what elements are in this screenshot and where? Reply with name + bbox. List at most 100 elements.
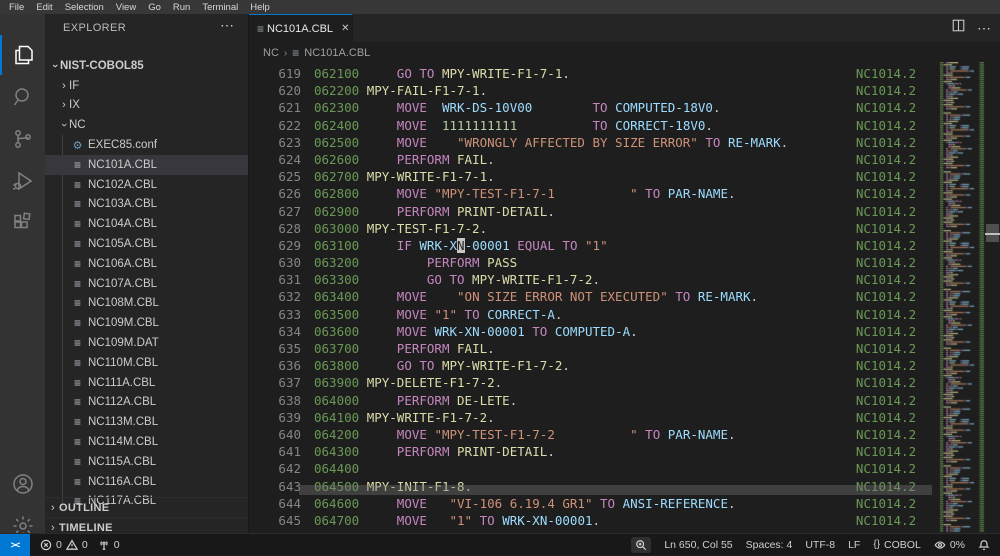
code-line-629[interactable]: 629063100 IF WRK-XN-00001 EQUAL TO "1" N…	[249, 237, 939, 254]
problems-status[interactable]: 0 0	[40, 539, 88, 551]
tree-item-nc116a-cbl[interactable]: ≡NC116A.CBL	[45, 472, 248, 492]
tree-item-nc108m-cbl[interactable]: ≡NC108M.CBL	[45, 294, 248, 314]
eol-indicator[interactable]: LF	[848, 539, 860, 551]
code-line-627[interactable]: 627062900 PERFORM PRINT-DETAIL. NC1014.2	[249, 203, 939, 220]
menu-item-file[interactable]: File	[3, 2, 30, 13]
file-icon: ≡	[71, 435, 84, 449]
code-line-639[interactable]: 639064100 MPY-WRITE-F1-7-2. NC1014.2	[249, 409, 939, 426]
remote-indicator[interactable]: ><	[0, 534, 30, 556]
menu-item-run[interactable]: Run	[167, 2, 196, 13]
menu-item-selection[interactable]: Selection	[59, 2, 110, 13]
horizontal-scrollbar[interactable]	[299, 485, 932, 495]
code-line-625[interactable]: 625062700 MPY-WRITE-F1-7-1. NC1014.2	[249, 168, 939, 185]
tree-item-nist-cobol85[interactable]: ›NIST-COBOL85	[45, 56, 248, 76]
language-indicator[interactable]: {} COBOL	[873, 539, 920, 551]
run-debug-icon[interactable]	[0, 161, 45, 201]
code-text: 062200 MPY-FAIL-F1-7-1. NC1014.2	[314, 82, 916, 99]
code-line-644[interactable]: 644064600 MOVE "VI-106 6.19.4 GR1" TO AN…	[249, 495, 939, 512]
tree-item-nc110m-cbl[interactable]: ≡NC110M.CBL	[45, 353, 248, 373]
menu-item-go[interactable]: Go	[142, 2, 167, 13]
tree-item-nc102a-cbl[interactable]: ≡NC102A.CBL	[45, 175, 248, 195]
more-actions-icon[interactable]: ⋯	[220, 17, 234, 34]
tree-item-nc111a-cbl[interactable]: ≡NC111A.CBL	[45, 373, 248, 393]
tree-item-nc101a-cbl[interactable]: ≡NC101A.CBL	[45, 155, 248, 175]
code-line-624[interactable]: 624062600 PERFORM FAIL. NC1014.2	[249, 151, 939, 168]
vertical-scrollbar[interactable]	[985, 62, 1000, 533]
code-area[interactable]: 619062100 GO TO MPY-WRITE-F1-7-1. NC1014…	[249, 65, 939, 547]
editor-group: ≡ NC101A.CBL ✕ ⋯ NC › ≡ NC101A.CBL 61906…	[248, 14, 1000, 533]
code-line-631[interactable]: 631063300 GO TO MPY-WRITE-F1-7-2. NC1014…	[249, 271, 939, 288]
menu-item-terminal[interactable]: Terminal	[196, 2, 244, 13]
code-line-642[interactable]: 642064400 NC1014.2	[249, 460, 939, 477]
breadcrumb-folder[interactable]: NC	[263, 47, 279, 59]
explorer-icon[interactable]	[0, 35, 45, 75]
code-line-620[interactable]: 620062200 MPY-FAIL-F1-7-1. NC1014.2	[249, 82, 939, 99]
ports-status[interactable]: 0	[98, 539, 120, 551]
more-actions-icon[interactable]: ⋯	[977, 23, 991, 33]
code-line-622[interactable]: 622062400 MOVE 1111111111 TO CORRECT-18V…	[249, 117, 939, 134]
code-line-623[interactable]: 623062500 MOVE "WRONGLY AFFECTED BY SIZE…	[249, 134, 939, 151]
breadcrumb: NC › ≡ NC101A.CBL	[263, 42, 370, 64]
zoom-icon[interactable]	[631, 537, 651, 553]
file-icon: ≡	[71, 178, 84, 192]
code-line-630[interactable]: 630063200 PERFORM PASS NC1014.2	[249, 254, 939, 271]
file-icon: ≡	[71, 217, 84, 231]
tab-nc101a[interactable]: ≡ NC101A.CBL ✕	[249, 14, 353, 42]
line-col-indicator[interactable]: Ln 650, Col 55	[664, 539, 732, 551]
code-line-632[interactable]: 632063400 MOVE "ON SIZE ERROR NOT EXECUT…	[249, 288, 939, 305]
code-line-621[interactable]: 621062300 MOVE WRK-DS-10V00 TO COMPUTED-…	[249, 99, 939, 116]
code-line-638[interactable]: 638064000 PERFORM DE-LETE. NC1014.2	[249, 392, 939, 409]
tree-item-ix[interactable]: ›IX	[45, 96, 248, 116]
tree-item-if[interactable]: ›IF	[45, 76, 248, 96]
code-line-634[interactable]: 634063600 MOVE WRK-XN-00001 TO COMPUTED-…	[249, 323, 939, 340]
chevron-down-icon: ›	[58, 120, 70, 130]
tree-item-nc114m-cbl[interactable]: ≡NC114M.CBL	[45, 432, 248, 452]
tree-item-nc109m-cbl[interactable]: ≡NC109M.CBL	[45, 313, 248, 333]
line-number: 634	[249, 323, 301, 340]
code-text: 062300 MOVE WRK-DS-10V00 TO COMPUTED-18V…	[314, 99, 916, 116]
breadcrumb-file[interactable]: NC101A.CBL	[304, 47, 370, 59]
tree-item-nc107a-cbl[interactable]: ≡NC107A.CBL	[45, 274, 248, 294]
sequence-ref: NC1014.2	[856, 204, 916, 219]
code-line-641[interactable]: 641064300 PERFORM PRINT-DETAIL. NC1014.2	[249, 443, 939, 460]
code-line-645[interactable]: 645064700 MOVE "1" TO WRK-XN-00001. NC10…	[249, 512, 939, 529]
split-editor-icon[interactable]	[952, 19, 965, 37]
menu-item-edit[interactable]: Edit	[30, 2, 58, 13]
menu-bar: FileEditSelectionViewGoRunTerminalHelp	[0, 0, 1000, 14]
code-line-628[interactable]: 628063000 MPY-TEST-F1-7-2. NC1014.2	[249, 220, 939, 237]
code-line-626[interactable]: 626062800 MOVE "MPY-TEST-F1-7-1 " TO PAR…	[249, 185, 939, 202]
tree-item-nc106a-cbl[interactable]: ≡NC106A.CBL	[45, 254, 248, 274]
code-line-637[interactable]: 637063900 MPY-DELETE-F1-7-2. NC1014.2	[249, 374, 939, 391]
tree-item-nc112a-cbl[interactable]: ≡NC112A.CBL	[45, 393, 248, 413]
source-control-icon[interactable]	[0, 119, 45, 159]
code-line-635[interactable]: 635063700 PERFORM FAIL. NC1014.2	[249, 340, 939, 357]
minimap[interactable]	[939, 62, 985, 533]
encoding-indicator[interactable]: UTF-8	[805, 539, 835, 551]
tree-item-nc115a-cbl[interactable]: ≡NC115A.CBL	[45, 452, 248, 472]
menu-item-view[interactable]: View	[110, 2, 142, 13]
code-line-619[interactable]: 619062100 GO TO MPY-WRITE-F1-7-1. NC1014…	[249, 65, 939, 82]
sidebar-section-timeline[interactable]: › TIMELINE	[45, 517, 248, 533]
extensions-icon[interactable]	[0, 203, 45, 243]
code-text: 062500 MOVE "WRONGLY AFFECTED BY SIZE ER…	[314, 134, 916, 151]
line-number: 640	[249, 426, 301, 443]
code-line-636[interactable]: 636063800 GO TO MPY-WRITE-F1-7-2. NC1014…	[249, 357, 939, 374]
indentation-indicator[interactable]: Spaces: 4	[746, 539, 793, 551]
language-label: COBOL	[884, 539, 921, 551]
account-icon[interactable]	[0, 464, 45, 504]
tree-item-exec85-conf[interactable]: ⚙EXEC85.conf	[45, 135, 248, 155]
close-icon[interactable]: ✕	[341, 23, 349, 34]
bell-icon[interactable]	[978, 539, 990, 551]
tree-item-nc[interactable]: ›NC	[45, 115, 248, 135]
tree-item-nc104a-cbl[interactable]: ≡NC104A.CBL	[45, 214, 248, 234]
sidebar-section-outline[interactable]: › OUTLINE	[45, 497, 248, 517]
code-line-640[interactable]: 640064200 MOVE "MPY-TEST-F1-7-2 " TO PAR…	[249, 426, 939, 443]
margin-percent-indicator[interactable]: 0%	[934, 539, 965, 551]
tree-item-nc103a-cbl[interactable]: ≡NC103A.CBL	[45, 195, 248, 215]
tree-item-nc113m-cbl[interactable]: ≡NC113M.CBL	[45, 412, 248, 432]
search-icon[interactable]	[0, 77, 45, 117]
tree-item-nc109m-dat[interactable]: ≡NC109M.DAT	[45, 333, 248, 353]
code-line-633[interactable]: 633063500 MOVE "1" TO CORRECT-A. NC1014.…	[249, 306, 939, 323]
menu-item-help[interactable]: Help	[244, 2, 276, 13]
tree-item-nc105a-cbl[interactable]: ≡NC105A.CBL	[45, 234, 248, 254]
